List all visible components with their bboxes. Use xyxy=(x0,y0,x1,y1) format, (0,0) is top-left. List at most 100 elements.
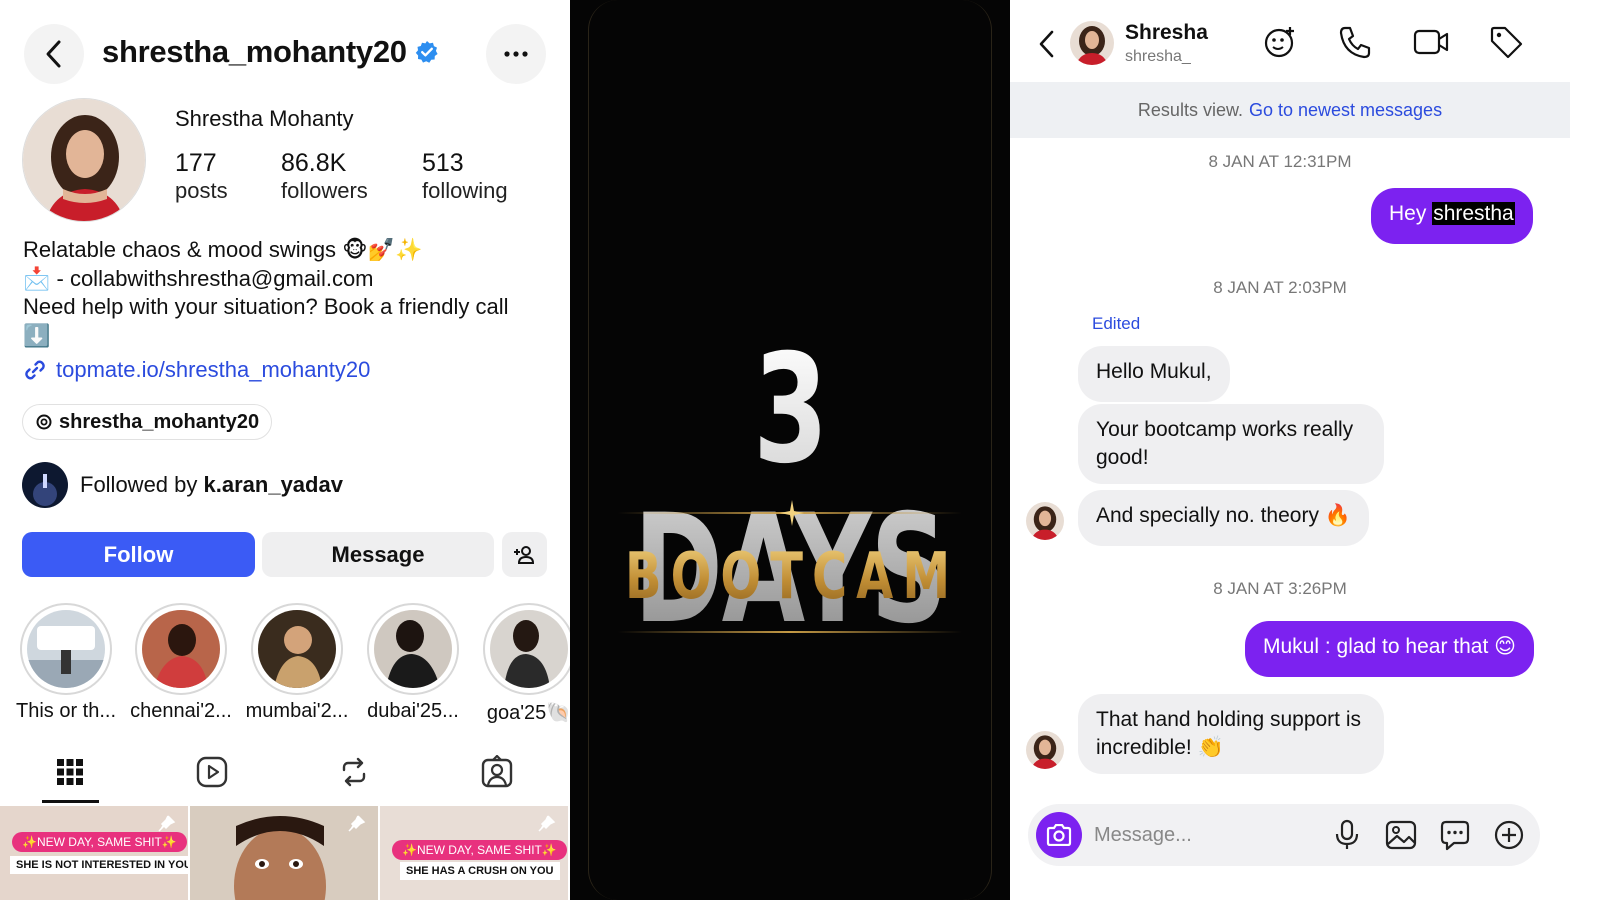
profile-username-header: shrestha_mohanty20 xyxy=(102,34,439,70)
highlight-label: This or th... xyxy=(15,700,117,722)
post-caption-sub: SHE IS NOT INTERESTED IN YOU xyxy=(10,856,188,874)
message-input[interactable]: Message... xyxy=(1094,824,1192,847)
chat-bubble-icon xyxy=(1440,820,1470,851)
post-caption-sub: SHE HAS A CRUSH ON YOU xyxy=(400,862,560,880)
tab-grid[interactable] xyxy=(50,752,90,792)
profile-link[interactable]: topmate.io/shrestha_mohanty20 xyxy=(22,357,370,383)
chevron-left-icon xyxy=(1039,30,1054,58)
followers-stat[interactable]: 86.8K followers xyxy=(281,148,368,204)
following-count: 513 xyxy=(422,149,464,177)
message-timestamp: 8 JAN AT 3:26PM xyxy=(1213,579,1347,598)
highlighted-search-term: shrestha xyxy=(1432,202,1515,225)
followed-by-prefix: Followed by xyxy=(80,472,204,497)
promo-subtitle: BOOTCAMP xyxy=(625,540,1004,614)
post-thumbnail[interactable]: ✨NEW DAY, SAME SHIT✨ SHE IS NOT INTEREST… xyxy=(0,806,188,900)
link-icon xyxy=(25,360,45,380)
voice-message-button[interactable] xyxy=(1330,818,1364,852)
profile-panel: shrestha_mohanty20 Shrestha Mohanty 177 … xyxy=(0,0,570,900)
dm-avatar[interactable] xyxy=(1070,21,1114,65)
threads-badge[interactable]: shrestha_mohanty20 xyxy=(22,404,273,440)
outgoing-message[interactable]: Hey shrestha xyxy=(1371,188,1533,244)
story-highlight[interactable]: mumbai'2... xyxy=(246,603,348,722)
go-to-newest-link[interactable]: Go to newest messages xyxy=(1249,100,1442,121)
highlight-label: chennai'2... xyxy=(130,700,232,722)
ellipsis-icon xyxy=(504,51,528,57)
dm-back-button[interactable] xyxy=(1032,26,1062,62)
effects-button[interactable] xyxy=(1262,24,1298,60)
dm-contact-handle: shresha_ xyxy=(1125,48,1191,65)
tab-reposts[interactable] xyxy=(334,752,374,792)
sender-avatar xyxy=(1026,502,1064,540)
pin-icon xyxy=(158,815,176,832)
back-button[interactable] xyxy=(24,24,84,84)
follow-button[interactable]: Follow xyxy=(22,532,255,577)
dm-contact-name[interactable]: Shresha xyxy=(1125,21,1208,45)
following-label: following xyxy=(422,178,508,203)
post-caption-pill: ✨NEW DAY, SAME SHIT✨ xyxy=(392,840,567,860)
more-options-button[interactable] xyxy=(486,24,546,84)
posts-stat[interactable]: 177 posts xyxy=(175,148,228,204)
active-tab-indicator xyxy=(42,800,99,803)
bio-line: ⬇️ xyxy=(23,322,51,348)
followers-label: followers xyxy=(281,178,368,203)
message-button[interactable]: Message xyxy=(262,532,494,577)
gold-divider xyxy=(618,631,962,633)
tab-tagged[interactable] xyxy=(477,752,517,792)
grid-icon xyxy=(57,759,83,785)
reels-icon xyxy=(196,756,228,788)
dm-panel: Shresha shresha_ Results view. Go to new… xyxy=(1010,0,1600,900)
story-highlight[interactable]: goa'25🐚 xyxy=(483,603,570,724)
microphone-icon xyxy=(1335,819,1359,849)
highlight-label: dubai'25... xyxy=(367,700,459,722)
followed-by-user: k.aran_yadav xyxy=(203,472,343,497)
pin-icon xyxy=(538,815,556,832)
profile-username: shrestha_mohanty20 xyxy=(102,34,407,69)
post-caption-pill: ✨NEW DAY, SAME SHIT✨ xyxy=(12,832,187,852)
repost-icon xyxy=(342,757,366,787)
tagged-person-icon xyxy=(481,755,513,788)
followed-by[interactable]: Followed by k.aran_yadav xyxy=(22,462,343,508)
story-highlight[interactable]: This or th... xyxy=(16,603,116,722)
sticker-add-icon xyxy=(1264,27,1294,58)
sparkle-icon xyxy=(780,500,804,526)
outgoing-message[interactable]: Mukul : glad to hear that 😊 xyxy=(1245,621,1535,677)
posts-label: posts xyxy=(175,178,228,203)
profile-bio: Relatable chaos & mood swings 🐵💅✨ 📩 - co… xyxy=(23,236,553,350)
incoming-message[interactable]: That hand holding support is incredible!… xyxy=(1078,694,1384,774)
following-stat[interactable]: 513 following xyxy=(422,148,508,204)
tab-reels[interactable] xyxy=(192,752,232,792)
post-thumbnail[interactable]: ✨NEW DAY, SAME SHIT✨ SHE HAS A CRUSH ON … xyxy=(380,806,568,900)
verified-badge-icon xyxy=(415,41,438,63)
incoming-message[interactable]: Hello Mukul, xyxy=(1078,346,1230,402)
bio-line: Relatable chaos & mood swings 🐵💅✨ xyxy=(23,237,423,262)
video-call-button[interactable] xyxy=(1412,24,1449,60)
threads-icon xyxy=(36,414,52,430)
suggest-user-button[interactable] xyxy=(502,532,547,577)
sticker-button[interactable] xyxy=(1438,818,1472,852)
tag-icon xyxy=(1490,26,1523,59)
more-actions-button[interactable] xyxy=(1492,818,1526,852)
gallery-button[interactable] xyxy=(1384,818,1418,852)
threads-handle: shrestha_mohanty20 xyxy=(59,410,260,433)
phone-icon xyxy=(1339,26,1371,59)
results-banner: Results view. Go to newest messages xyxy=(1010,82,1570,138)
profile-avatar[interactable] xyxy=(22,98,146,222)
audio-call-button[interactable] xyxy=(1337,24,1373,60)
incoming-message[interactable]: Your bootcamp works really good! xyxy=(1078,404,1384,484)
story-highlight[interactable]: dubai'25... xyxy=(367,603,459,722)
story-highlight[interactable]: chennai'2... xyxy=(130,603,232,722)
chevron-left-icon xyxy=(46,40,61,68)
tag-button[interactable] xyxy=(1488,24,1524,60)
message-timestamp: 8 JAN AT 12:31PM xyxy=(1208,152,1352,171)
profile-link-text: topmate.io/shrestha_mohanty20 xyxy=(56,357,371,382)
profile-full-name: Shrestha Mohanty xyxy=(175,106,354,131)
camera-button[interactable] xyxy=(1036,812,1082,858)
post-thumbnail[interactable] xyxy=(190,806,378,900)
camera-icon xyxy=(1046,824,1072,846)
plus-circle-icon xyxy=(1494,820,1524,850)
highlight-label: goa'25🐚 xyxy=(486,702,570,724)
incoming-message[interactable]: And specially no. theory 🔥 xyxy=(1078,490,1369,546)
followers-count: 86.8K xyxy=(281,149,347,177)
sender-avatar xyxy=(1026,731,1064,769)
message-composer[interactable]: Message... xyxy=(1028,804,1540,866)
